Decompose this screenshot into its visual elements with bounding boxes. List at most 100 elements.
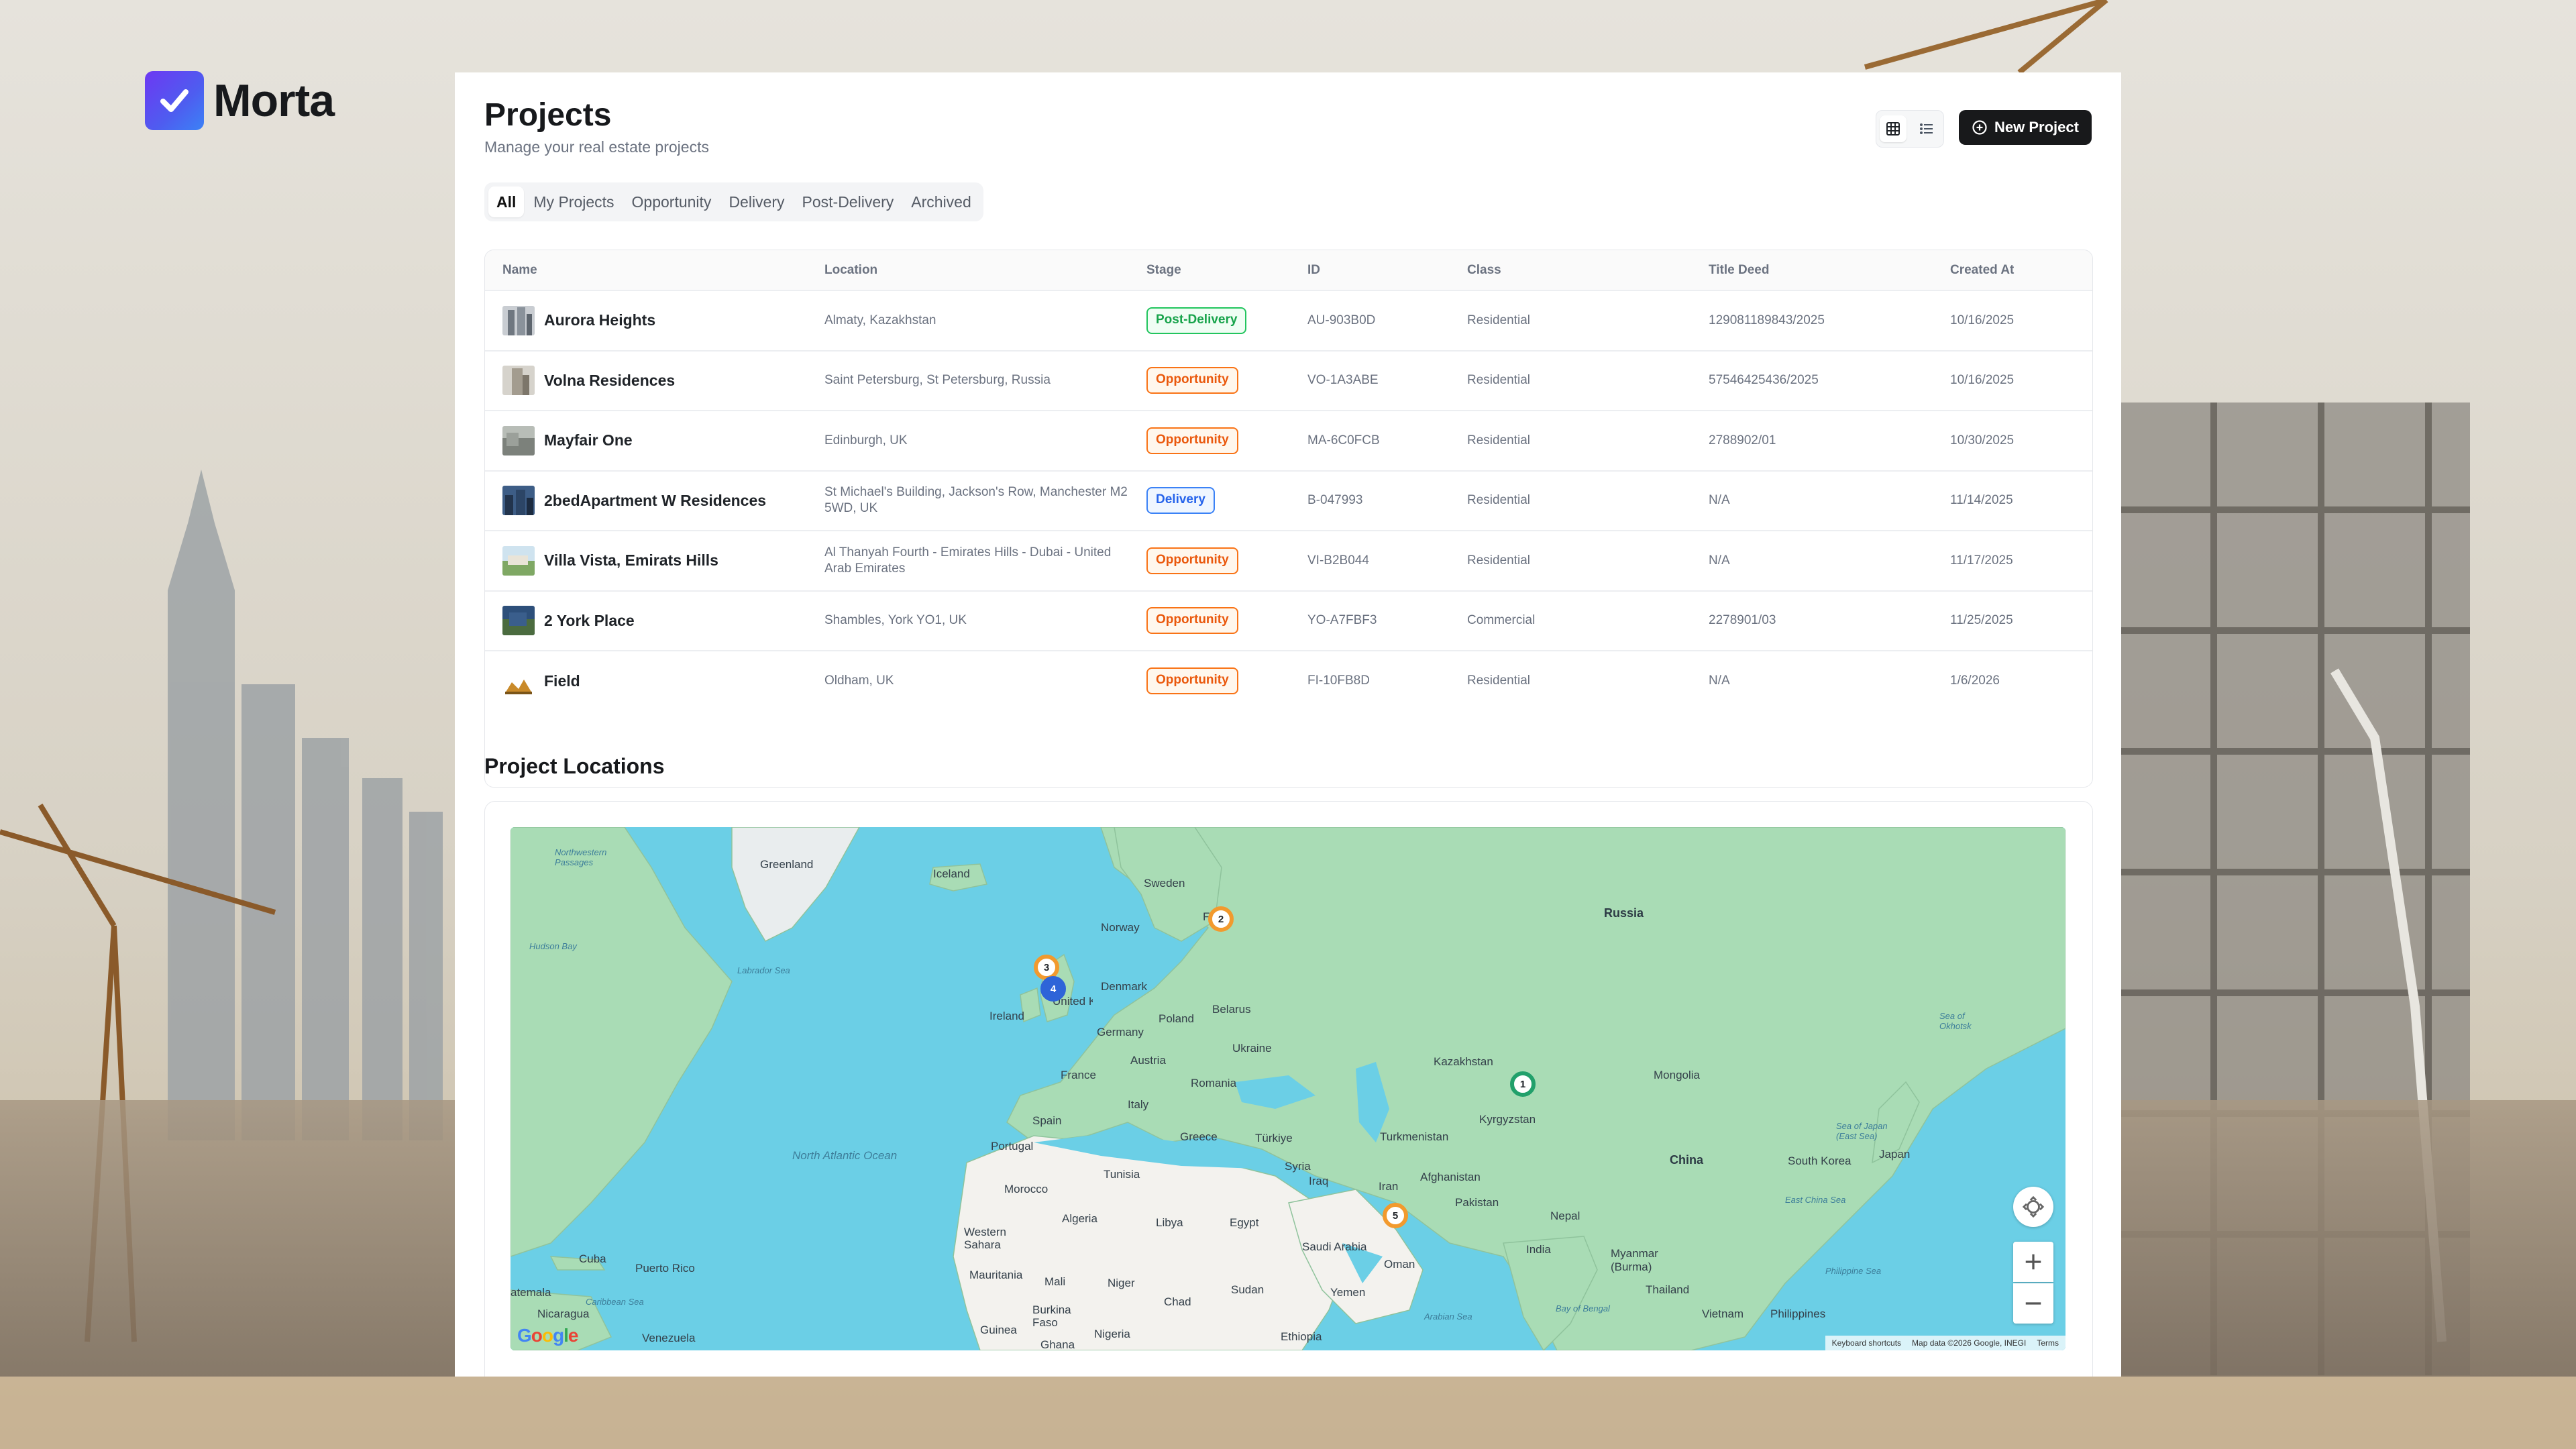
stage-badge: Opportunity — [1146, 607, 1238, 635]
tab-all[interactable]: All — [488, 186, 525, 217]
map-label-east-china-sea: East China Sea — [1785, 1195, 1846, 1205]
tab-archived[interactable]: Archived — [903, 186, 979, 217]
map-label-bay-of-bengal: Bay of Bengal — [1556, 1303, 1610, 1313]
plus-icon — [2025, 1254, 2041, 1270]
map-cluster-marker[interactable]: 2 — [1208, 906, 1234, 932]
brand-logo[interactable]: Morta — [145, 71, 335, 130]
project-created-at: 11/25/2025 — [1950, 613, 2013, 628]
camera-move-icon — [2022, 1195, 2045, 1218]
zoom-in-button[interactable] — [2013, 1242, 2053, 1282]
map-label-vietnam: Vietnam — [1702, 1307, 1744, 1320]
map-label-nepal: Nepal — [1550, 1210, 1580, 1222]
map-label-chad: Chad — [1164, 1295, 1191, 1308]
terms-link[interactable]: Terms — [2037, 1338, 2059, 1348]
filter-tabs: All My Projects Opportunity Delivery Pos… — [484, 182, 983, 221]
grid-view-button[interactable] — [1880, 115, 1907, 142]
project-created-at: 10/16/2025 — [1950, 373, 2015, 388]
map-label-sudan: Sudan — [1231, 1283, 1265, 1296]
column-header-location[interactable]: Location — [807, 250, 1129, 290]
map-label-libya: Libya — [1156, 1216, 1183, 1229]
map-label-ethiopia: Ethiopia — [1281, 1330, 1322, 1343]
tab-my-projects[interactable]: My Projects — [525, 186, 622, 217]
map-label-mongolia: Mongolia — [1654, 1069, 1700, 1081]
map-label-syria: Syria — [1285, 1160, 1311, 1173]
table-row[interactable]: Volna Residences Saint Petersburg, St Pe… — [485, 350, 2092, 411]
project-thumbnail — [502, 606, 535, 636]
map-camera-control-button[interactable] — [2013, 1187, 2053, 1227]
map-label-egypt: Egypt — [1230, 1216, 1259, 1229]
stage-badge: Opportunity — [1146, 547, 1238, 574]
map-cluster-marker[interactable]: 5 — [1383, 1203, 1408, 1228]
map-label-myanmar: Myanmar (Burma) — [1611, 1247, 1658, 1273]
project-created-at: 10/30/2025 — [1950, 433, 2015, 447]
project-name[interactable]: Mayfair One — [544, 431, 633, 449]
project-name[interactable]: 2 York Place — [544, 612, 635, 630]
column-header-name[interactable]: Name — [485, 250, 807, 290]
table-row[interactable]: Field Oldham, UK Opportunity FI-10FB8D R… — [485, 651, 2092, 711]
check-logo-icon — [145, 71, 204, 130]
project-title-deed: N/A — [1709, 493, 1730, 508]
projects-panel: Projects Manage your real estate project… — [455, 72, 2121, 1377]
project-name[interactable]: 2bedApartment W Residences — [544, 492, 766, 510]
column-header-title-deed[interactable]: Title Deed — [1691, 250, 1933, 290]
tab-opportunity[interactable]: Opportunity — [624, 186, 720, 217]
project-title-deed: N/A — [1709, 553, 1730, 568]
map-label-pakistan: Pakistan — [1455, 1196, 1499, 1209]
map-label-greenland: Greenland — [760, 858, 814, 871]
project-title-deed: 2278901/03 — [1709, 613, 1776, 628]
project-thumbnail — [502, 545, 535, 576]
project-title-deed: N/A — [1709, 674, 1730, 688]
project-name[interactable]: Aurora Heights — [544, 311, 655, 329]
map-label-caribbean-sea: Caribbean Sea — [586, 1297, 644, 1307]
map-label-sea-of-okhotsk: Sea of Okhotsk — [1939, 1011, 1972, 1031]
new-project-button[interactable]: New Project — [1959, 110, 2092, 145]
project-id: YO-A7FBF3 — [1307, 613, 1377, 628]
map-data-credit: Map data ©2026 Google, INEGI — [1912, 1338, 2027, 1348]
list-view-button[interactable] — [1913, 115, 1940, 142]
column-header-class[interactable]: Class — [1450, 250, 1691, 290]
keyboard-shortcuts-link[interactable]: Keyboard shortcuts — [1832, 1338, 1901, 1348]
map-label-yemen: Yemen — [1330, 1286, 1366, 1299]
project-class: Residential — [1467, 674, 1530, 688]
table-row[interactable]: 2 York Place Shambles, York YO1, UK Oppo… — [485, 590, 2092, 651]
map-label-philippines: Philippines — [1770, 1307, 1826, 1320]
map-label-nigeria: Nigeria — [1094, 1328, 1130, 1340]
map-label-morocco: Morocco — [1004, 1183, 1049, 1195]
map-label-germany: Germany — [1097, 1026, 1144, 1038]
google-logo[interactable]: Google — [517, 1325, 578, 1346]
project-location: Edinburgh, UK — [824, 433, 908, 447]
map-label-algeria: Algeria — [1062, 1212, 1097, 1225]
column-header-stage[interactable]: Stage — [1129, 250, 1290, 290]
table-row[interactable]: Aurora Heights Almaty, Kazakhstan Post-D… — [485, 290, 2092, 351]
map-label-greece: Greece — [1180, 1130, 1218, 1143]
plus-circle-icon — [1972, 120, 1987, 135]
map-label-sweden: Sweden — [1144, 877, 1185, 890]
map-cluster-marker[interactable]: 4 — [1040, 976, 1066, 1002]
map-label-romania: Romania — [1191, 1077, 1237, 1089]
project-name[interactable]: Volna Residences — [544, 372, 675, 390]
projects-table: Name Location Stage ID Class Title Deed … — [484, 250, 2093, 788]
project-locations-map[interactable]: Greenland Iceland Sweden Finla Norway Ru… — [511, 827, 2065, 1350]
project-name[interactable]: Field — [544, 672, 580, 690]
tab-post-delivery[interactable]: Post-Delivery — [794, 186, 902, 217]
project-class: Residential — [1467, 493, 1530, 508]
project-thumbnail — [502, 366, 535, 396]
map-label-south-korea: South Korea — [1788, 1155, 1851, 1167]
map-cluster-marker[interactable]: 1 — [1510, 1071, 1536, 1097]
map-label-northwestern-passages: Northwestern Passages — [555, 847, 607, 867]
tab-delivery[interactable]: Delivery — [720, 186, 792, 217]
project-name[interactable]: Villa Vista, Emirats Hills — [544, 551, 718, 570]
column-header-id[interactable]: ID — [1290, 250, 1450, 290]
zoom-out-button[interactable] — [2013, 1283, 2053, 1324]
column-header-created-at[interactable]: Created At — [1933, 250, 2092, 290]
map-label-belarus: Belarus — [1212, 1003, 1251, 1016]
project-class: Commercial — [1467, 613, 1536, 628]
stage-badge: Opportunity — [1146, 427, 1238, 454]
table-row[interactable]: Mayfair One Edinburgh, UK Opportunity MA… — [485, 411, 2092, 471]
table-row[interactable]: 2bedApartment W Residences St Michael's … — [485, 470, 2092, 531]
project-thumbnail — [502, 305, 535, 335]
table-row[interactable]: Villa Vista, Emirats Hills Al Thanyah Fo… — [485, 531, 2092, 591]
project-id: MA-6C0FCB — [1307, 433, 1380, 447]
project-id: VI-B2B044 — [1307, 553, 1369, 568]
map-label-saudi-arabia: Saudi Arabia — [1302, 1240, 1367, 1253]
